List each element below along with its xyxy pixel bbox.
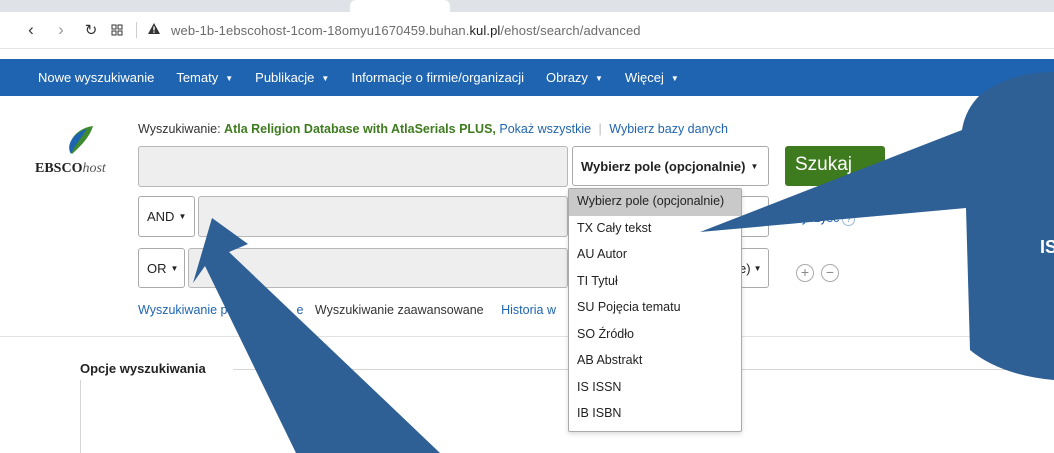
show-all-link[interactable]: Pokaż wszystkie xyxy=(499,122,591,136)
nav-images[interactable]: Obrazy ▼ xyxy=(546,70,603,85)
browser-tab[interactable] xyxy=(350,0,450,12)
search-options-title: Opcje wyszukiwania xyxy=(80,361,206,376)
database-name: Atla Religion Database with AtlaSerials … xyxy=(224,122,496,136)
nav-publications[interactable]: Publikacje ▼ xyxy=(255,70,329,85)
chevron-down-icon: ▼ xyxy=(750,161,759,171)
clear-link[interactable]: Wyczyść? xyxy=(790,211,856,226)
browser-address-bar: ‹ › ↻ web-1b-1ebscohost-1com-18omyu16704… xyxy=(0,12,1054,49)
search-mode-links: Wyszukiwanie po e Wyszukiwanie zaawansowa… xyxy=(138,303,556,317)
field-select-2[interactable] xyxy=(740,196,769,237)
dropdown-option[interactable]: TI Tytuł xyxy=(569,269,741,296)
chevron-down-icon: ▼ xyxy=(178,212,187,221)
url-text[interactable]: web-1b-1ebscohost-1com-18omyu1670459.buh… xyxy=(171,23,641,38)
nav-company-info[interactable]: Informacje o firmie/organizacji xyxy=(351,70,524,85)
divider: | xyxy=(598,122,602,136)
remove-row-icon[interactable]: − xyxy=(821,264,839,282)
top-navigation: Nowe wyszukiwanie Tematy ▼ Publikacje ▼ In… xyxy=(0,59,1054,96)
browser-tab-strip xyxy=(0,0,1054,12)
dropdown-option[interactable]: SU Pojęcia tematu xyxy=(569,295,741,322)
options-left-border xyxy=(80,380,81,453)
not-secure-warning-icon[interactable] xyxy=(147,22,161,38)
chevron-down-icon: ▼ xyxy=(753,263,762,273)
search-label: Wyszukiwanie: xyxy=(138,122,221,136)
nav-subjects[interactable]: Tematy ▼ xyxy=(176,70,233,85)
dropdown-option[interactable]: IB ISBN xyxy=(569,401,741,428)
dropdown-option[interactable]: AU Autor xyxy=(569,242,741,269)
basic-search-link[interactable]: Wyszukiwanie po e xyxy=(138,303,303,317)
advanced-search-label: Wyszukiwanie zaawansowane xyxy=(314,303,484,317)
address-separator xyxy=(136,22,137,38)
search-input-2[interactable] xyxy=(198,196,568,237)
forward-icon[interactable]: › xyxy=(50,19,72,41)
ebsco-leaf-icon xyxy=(69,126,93,154)
chevron-down-icon: ▼ xyxy=(225,74,234,83)
nav-new-search[interactable]: Nowe wyszukiwanie xyxy=(38,70,154,85)
back-icon[interactable]: ‹ xyxy=(20,19,42,41)
dropdown-option[interactable]: Wybierz pole (opcjonalnie) xyxy=(569,189,741,216)
dropdown-option[interactable]: AB Abstrakt xyxy=(569,348,741,375)
add-row-icon[interactable]: + xyxy=(796,264,814,282)
search-history-link[interactable]: Historia w xyxy=(501,303,556,317)
dropdown-option[interactable]: TX Cały tekst xyxy=(569,216,741,243)
chevron-down-icon: ▼ xyxy=(670,74,679,83)
database-line: Wyszukiwanie: Atla Religion Database wit… xyxy=(138,122,728,136)
field-dropdown-menu: Wybierz pole (opcjonalnie) TX Cały tekst… xyxy=(568,188,742,432)
boolean-select-3[interactable]: OR ▼ xyxy=(138,248,185,288)
help-icon[interactable]: ? xyxy=(842,213,856,226)
choose-databases-link[interactable]: Wybierz bazy danych xyxy=(609,122,728,136)
callout-text: IS xyxy=(1040,237,1054,257)
search-input-3[interactable] xyxy=(188,248,568,288)
field-select-3[interactable]: e) ▼ xyxy=(739,248,769,288)
apps-grid-icon[interactable] xyxy=(106,19,128,41)
ebsco-logo-text[interactable]: EBSCOhost xyxy=(35,161,106,177)
dropdown-option[interactable]: SO Źródło xyxy=(569,322,741,349)
search-input-1[interactable] xyxy=(138,146,568,187)
chevron-down-icon: ▼ xyxy=(170,263,179,273)
chevron-down-icon: ▼ xyxy=(594,74,603,83)
chevron-down-icon: ▼ xyxy=(321,74,330,83)
dropdown-option[interactable]: IS ISSN xyxy=(569,375,741,402)
section-divider xyxy=(0,336,1054,337)
nav-more[interactable]: Więcej ▼ xyxy=(625,70,679,85)
reload-icon[interactable]: ↻ xyxy=(80,19,102,41)
search-button[interactable]: Szukaj xyxy=(785,146,885,186)
field-select-1[interactable]: Wybierz pole (opcjonalnie) ▼ xyxy=(572,146,769,186)
boolean-select-2[interactable]: AND ▼ xyxy=(138,196,195,237)
